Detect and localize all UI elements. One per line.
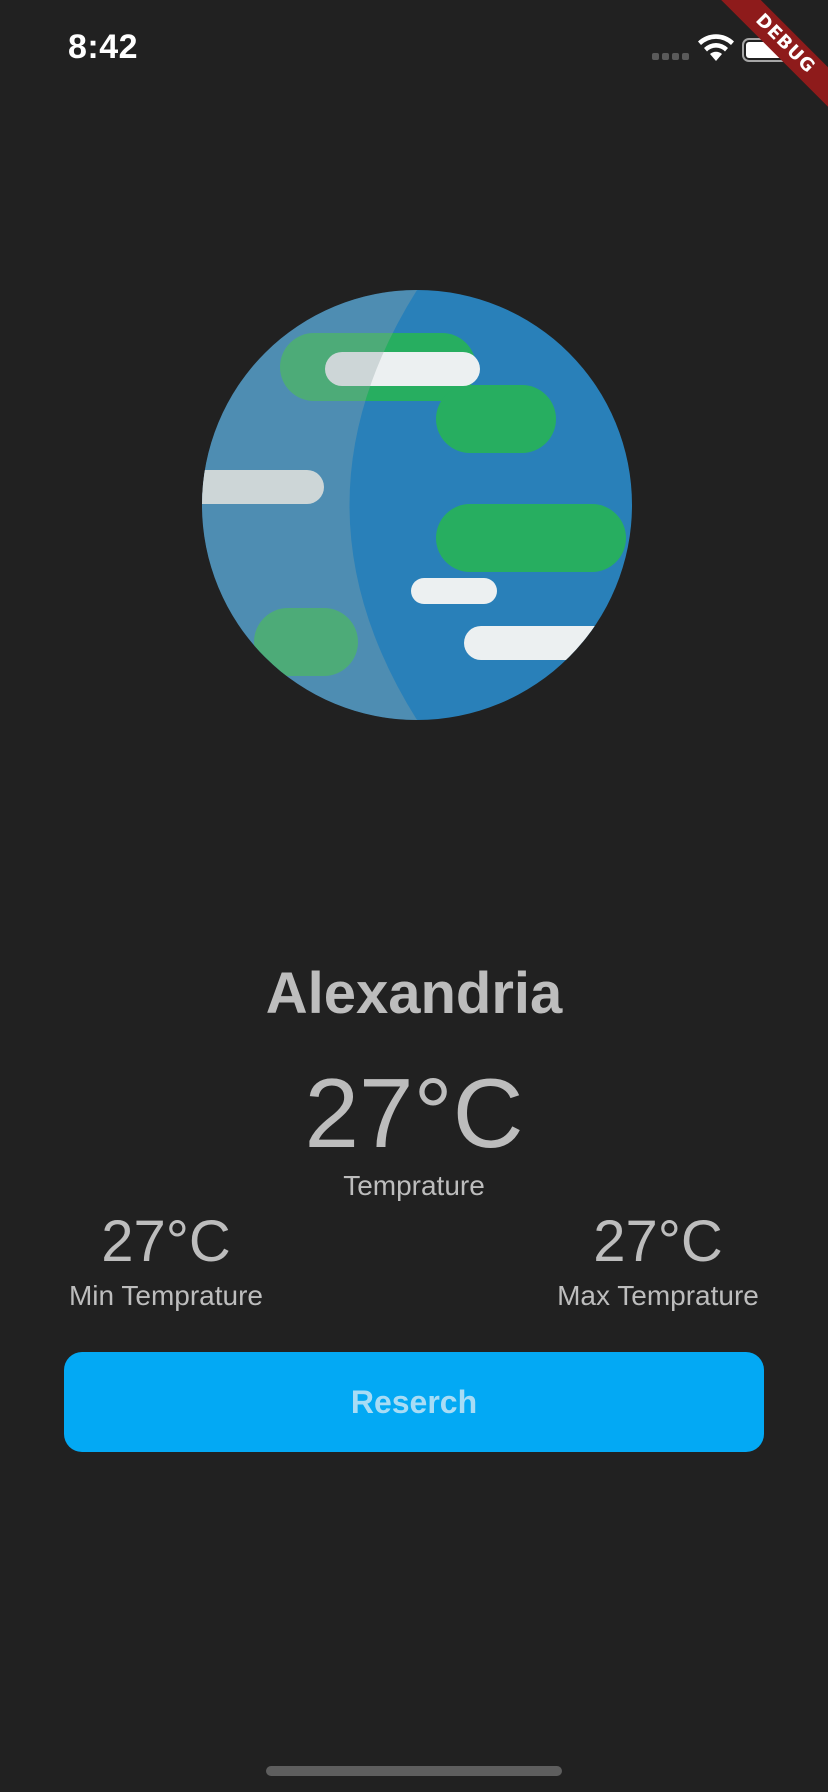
city-name: Alexandria [265,961,563,1026]
max-temperature-block: 27°C Max Temprature [538,1208,778,1312]
research-button[interactable]: Reserch [64,1352,764,1452]
current-temperature-label: Temprature [343,1170,485,1201]
globe-icon [202,290,632,720]
max-temperature-label: Max Temprature [557,1280,759,1311]
min-temperature-value: 27°C [101,1209,231,1274]
current-temperature: 27°C [304,1058,524,1168]
status-bar: 8:42 [0,0,828,100]
max-temperature-value: 27°C [593,1209,723,1274]
status-time: 8:42 [68,28,139,66]
debug-banner-label: DEBUG [708,0,828,120]
min-temperature-block: 27°C Min Temprature [46,1208,286,1312]
min-temperature-label: Min Temprature [68,1280,263,1311]
home-indicator[interactable] [266,1766,562,1776]
cellular-signal-icon [652,53,689,60]
debug-banner: DEBUG [708,0,828,120]
